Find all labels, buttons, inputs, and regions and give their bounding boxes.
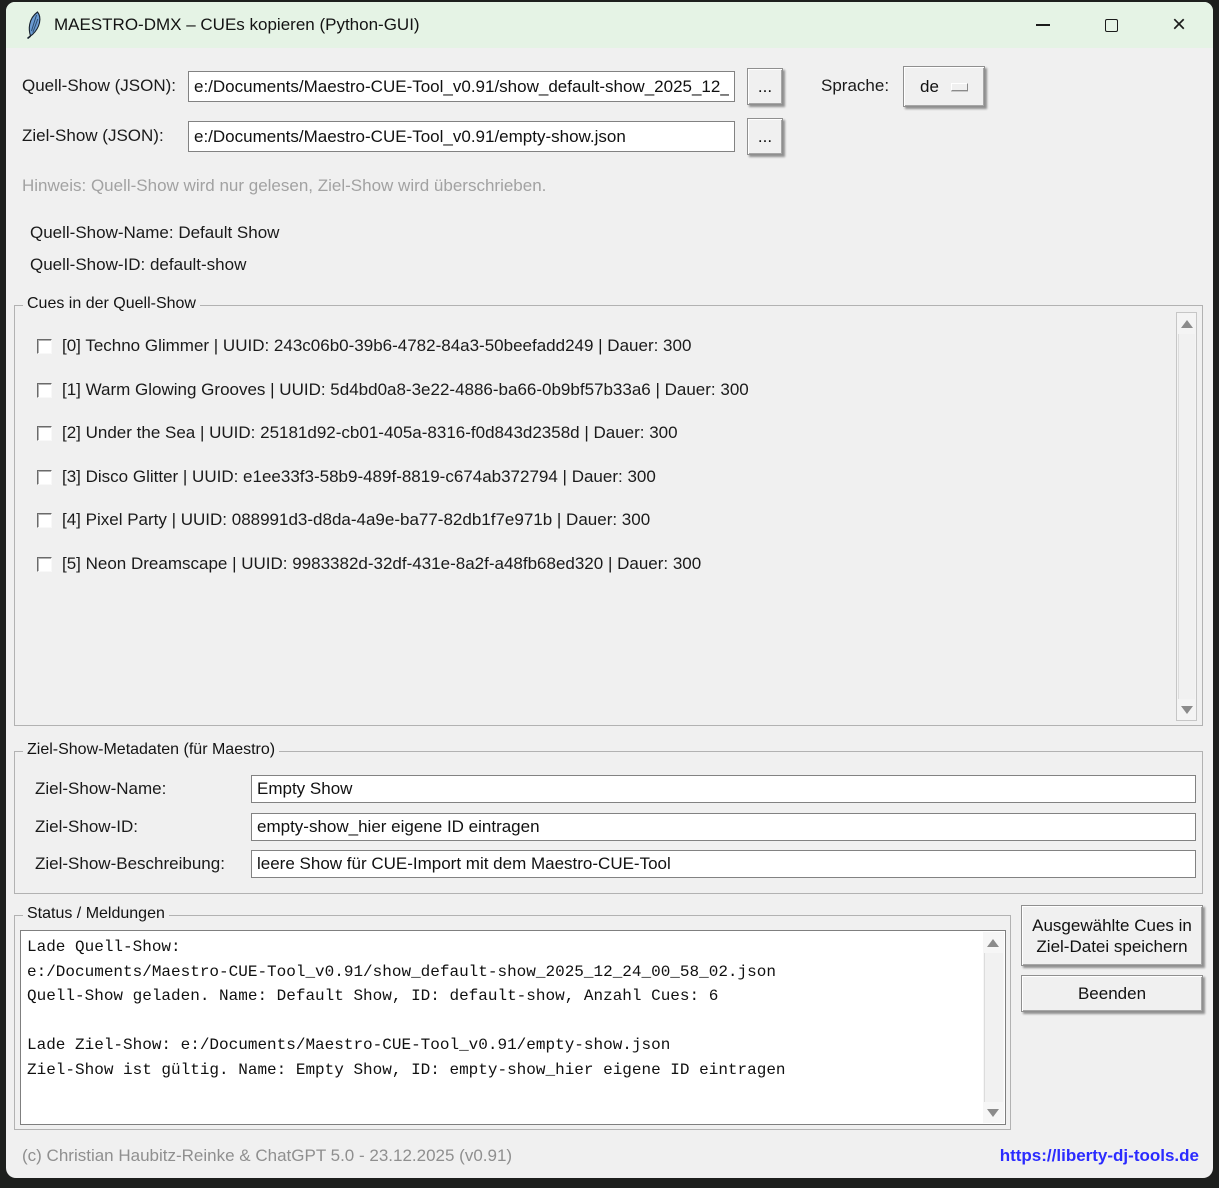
scrollbar-thumb[interactable] <box>984 953 1003 1102</box>
scroll-up-icon[interactable] <box>1177 314 1196 333</box>
cues-group-title: Cues in der Quell-Show <box>23 295 200 313</box>
source-show-input[interactable] <box>188 71 735 102</box>
metadata-group-title: Ziel-Show-Metadaten (für Maestro) <box>23 741 279 759</box>
cue-label: [1] Warm Glowing Grooves | UUID: 5d4bd0a… <box>62 380 749 400</box>
minimize-icon <box>1036 24 1050 26</box>
copyright-text: (c) Christian Haubitz-Reinke & ChatGPT 5… <box>22 1146 512 1166</box>
source-show-id-text: Quell-Show-ID: default-show <box>30 255 246 275</box>
cue-checkbutton[interactable]: [2] Under the Sea | UUID: 25181d92-cb01-… <box>37 423 678 443</box>
target-show-label: Ziel-Show (JSON): <box>22 126 164 146</box>
scroll-up-icon[interactable] <box>983 933 1002 952</box>
window-controls: × <box>1009 2 1213 48</box>
target-browse-button[interactable]: ... <box>747 118 783 155</box>
language-dropdown-value: de <box>920 77 939 97</box>
checkbox-icon[interactable] <box>37 470 52 485</box>
checkbox-icon[interactable] <box>37 557 52 572</box>
dropdown-indicator-icon <box>951 83 968 91</box>
status-groupbox: Status / Meldungen Lade Quell-Show: e:/D… <box>14 915 1011 1130</box>
scroll-down-icon[interactable] <box>1177 700 1196 719</box>
target-name-input[interactable] <box>251 775 1196 803</box>
checkbox-icon[interactable] <box>37 513 52 528</box>
window-title: MAESTRO-DMX – CUEs kopieren (Python-GUI) <box>54 15 420 35</box>
status-log-textbox[interactable]: Lade Quell-Show: e:/Documents/Maestro-CU… <box>20 930 1006 1125</box>
checkbox-icon[interactable] <box>37 383 52 398</box>
language-dropdown[interactable]: de <box>903 66 985 107</box>
cue-checkbutton[interactable]: [0] Techno Glimmer | UUID: 243c06b0-39b6… <box>37 336 691 356</box>
maximize-button[interactable] <box>1077 2 1145 48</box>
cue-checkbutton[interactable]: [5] Neon Dreamscape | UUID: 9983382d-32d… <box>37 554 701 574</box>
source-show-label: Quell-Show (JSON): <box>22 76 176 96</box>
metadata-groupbox: Ziel-Show-Metadaten (für Maestro) Ziel-S… <box>14 751 1203 894</box>
cue-label: [3] Disco Glitter | UUID: e1ee33f3-58b9-… <box>62 467 656 487</box>
source-browse-button[interactable]: ... <box>747 68 783 105</box>
close-button[interactable]: × <box>1145 2 1213 48</box>
target-id-input[interactable] <box>251 813 1196 841</box>
titlebar: MAESTRO-DMX – CUEs kopieren (Python-GUI)… <box>6 2 1213 48</box>
cue-checkbutton[interactable]: [4] Pixel Party | UUID: 088991d3-d8da-4a… <box>37 510 650 530</box>
python-feather-icon <box>23 11 43 39</box>
app-window: MAESTRO-DMX – CUEs kopieren (Python-GUI)… <box>6 2 1213 1178</box>
cue-label: [0] Techno Glimmer | UUID: 243c06b0-39b6… <box>62 336 691 356</box>
hint-text: Hinweis: Quell-Show wird nur gelesen, Zi… <box>22 176 546 196</box>
close-icon: × <box>1172 13 1186 37</box>
checkbox-icon[interactable] <box>37 339 52 354</box>
target-show-input[interactable] <box>188 121 735 152</box>
cue-label: [4] Pixel Party | UUID: 088991d3-d8da-4a… <box>62 510 650 530</box>
status-scrollbar[interactable] <box>983 932 1004 1123</box>
quit-button[interactable]: Beenden <box>1021 975 1203 1012</box>
cue-checkbutton[interactable]: [1] Warm Glowing Grooves | UUID: 5d4bd0a… <box>37 380 749 400</box>
minimize-button[interactable] <box>1009 2 1077 48</box>
cue-label: [2] Under the Sea | UUID: 25181d92-cb01-… <box>62 423 678 443</box>
target-id-label: Ziel-Show-ID: <box>35 817 138 837</box>
status-group-title: Status / Meldungen <box>23 905 169 923</box>
target-description-label: Ziel-Show-Beschreibung: <box>35 854 225 874</box>
scrollbar-thumb[interactable] <box>1178 334 1195 699</box>
language-label: Sprache: <box>821 76 889 96</box>
maximize-icon <box>1105 19 1118 32</box>
cue-checkbutton[interactable]: [3] Disco Glitter | UUID: e1ee33f3-58b9-… <box>37 467 656 487</box>
cues-groupbox: Cues in der Quell-Show [0] Techno Glimme… <box>14 305 1203 726</box>
source-show-name-text: Quell-Show-Name: Default Show <box>30 223 279 243</box>
save-selected-cues-button[interactable]: Ausgewählte Cues in Ziel-Datei speichern <box>1021 905 1203 966</box>
cue-list-scrollbar[interactable] <box>1176 312 1197 721</box>
cue-label: [5] Neon Dreamscape | UUID: 9983382d-32d… <box>62 554 701 574</box>
website-link[interactable]: https://liberty-dj-tools.de <box>1000 1146 1199 1166</box>
scroll-down-icon[interactable] <box>983 1103 1002 1122</box>
status-log-text: Lade Quell-Show: e:/Documents/Maestro-CU… <box>27 935 979 1120</box>
target-description-input[interactable] <box>251 850 1196 878</box>
target-name-label: Ziel-Show-Name: <box>35 779 166 799</box>
checkbox-icon[interactable] <box>37 426 52 441</box>
